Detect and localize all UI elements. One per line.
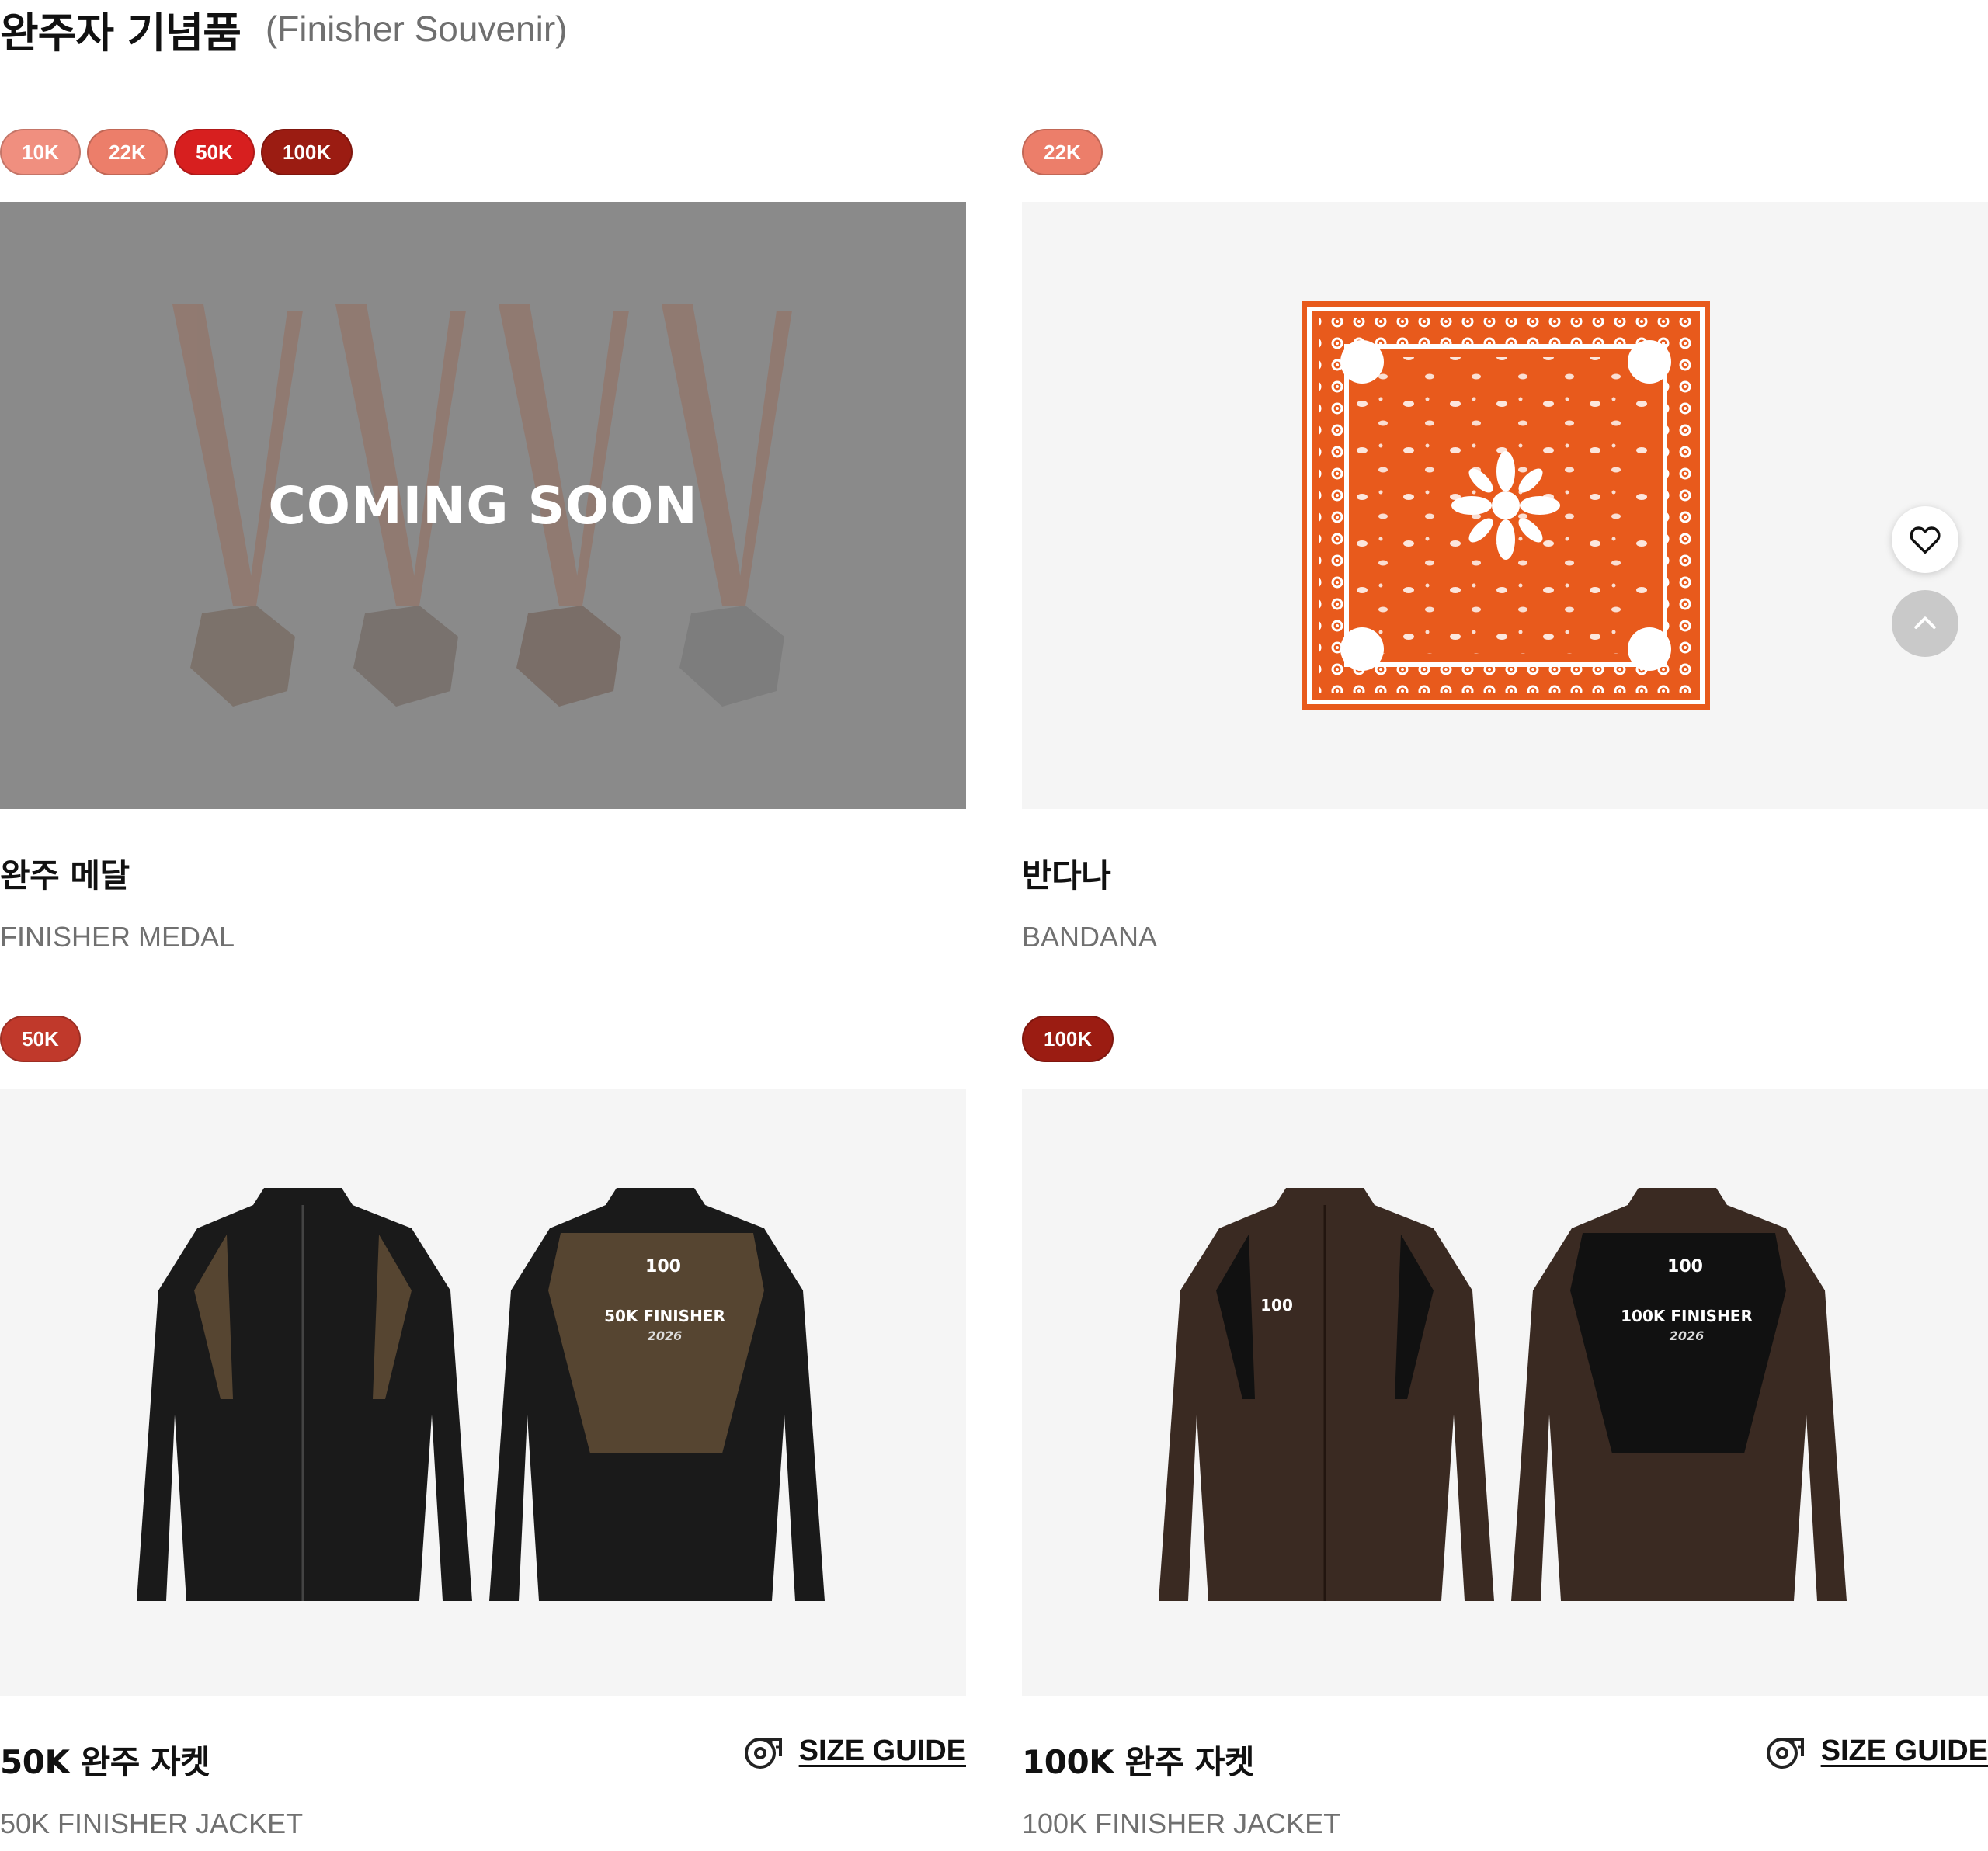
tag-22k: 22K [1022,129,1103,175]
product-image-100k-jacket[interactable]: 100 100 100K FINISHER 2026 [1022,1089,1988,1696]
product-name-ko[interactable]: 반다나 [1022,849,1111,897]
product-card-bandana[interactable]: 22K 반다나 BANDANA [1022,129,1988,953]
section-subtitle: (Finisher Souvenir) [265,9,568,49]
product-name-en: 100K FINISHER JACKET [1022,1808,1341,1839]
product-image-50k-jacket[interactable]: 100 50K FINISHER 2026 [0,1089,966,1696]
back-logo: 100 [645,1257,681,1276]
product-name-ko[interactable]: 완주 메달 [0,849,130,897]
front-logo: 100 [1260,1296,1293,1314]
scroll-top-button[interactable] [1892,590,1958,657]
distance-tags: 50K [0,1016,966,1065]
tag-50k: 50K [0,1016,81,1062]
tape-measure-icon [744,1738,782,1769]
section-title: 완주자 기념품 [0,8,242,57]
back-logo: 100 [1667,1257,1703,1276]
product-card-medal[interactable]: 10K 22K 50K 100K COMING SOON 완주 메달 FINIS… [0,129,966,953]
product-name-en: BANDANA [1022,921,1158,953]
tag-100k: 100K [261,129,353,175]
back-print-line-1: 100K FINISHER [1621,1307,1753,1325]
back-print-line-1: 50K FINISHER [604,1307,725,1325]
distance-tags: 100K [1022,1016,1988,1065]
product-card-100k-jacket[interactable]: 100K 100 100 100K FINISHER 2026 100K 완주 … [1022,1016,1988,1839]
coming-soon-overlay: COMING SOON [0,202,966,809]
size-guide-link[interactable]: SIZE GUIDE [743,1730,966,1772]
size-guide-label[interactable]: SIZE GUIDE [799,1735,966,1768]
tag-100k: 100K [1022,1016,1114,1062]
tag-10k: 10K [0,129,81,175]
size-guide-label[interactable]: SIZE GUIDE [1821,1735,1988,1768]
wishlist-button[interactable] [1892,506,1958,573]
back-print-line-2: 2026 [1670,1328,1705,1343]
product-card-50k-jacket[interactable]: 50K 100 50K FINISHER 2026 50K 완주 자켓 SIZE… [0,1016,966,1839]
product-name-en: FINISHER MEDAL [0,921,235,953]
product-image-bandana[interactable] [1022,202,1988,809]
product-name-ko[interactable]: 100K 완주 자켓 [1022,1736,1255,1783]
jacket-100k-illustration: 100 100 100K FINISHER 2026 [1159,1188,1847,1601]
product-name-en: 50K FINISHER JACKET [0,1808,304,1839]
bandana-illustration [1302,301,1710,710]
jacket-50k-illustration: 100 50K FINISHER 2026 [137,1188,825,1601]
tag-22k: 22K [87,129,168,175]
coming-soon-text: COMING SOON [268,475,698,536]
back-print-line-2: 2026 [648,1328,683,1343]
distance-tags: 10K 22K 50K 100K [0,129,966,179]
product-name-ko[interactable]: 50K 완주 자켓 [0,1736,210,1783]
chevron-up-icon [1914,616,1936,629]
section-header: 완주자 기념품 (Finisher Souvenir) [0,0,567,57]
heart-icon [1910,526,1941,554]
tag-50k: 50K [174,129,255,175]
product-image-medal[interactable]: COMING SOON [0,202,966,809]
distance-tags: 22K [1022,129,1988,179]
size-guide-link[interactable]: SIZE GUIDE [1765,1730,1988,1772]
tape-measure-icon [1766,1738,1804,1769]
